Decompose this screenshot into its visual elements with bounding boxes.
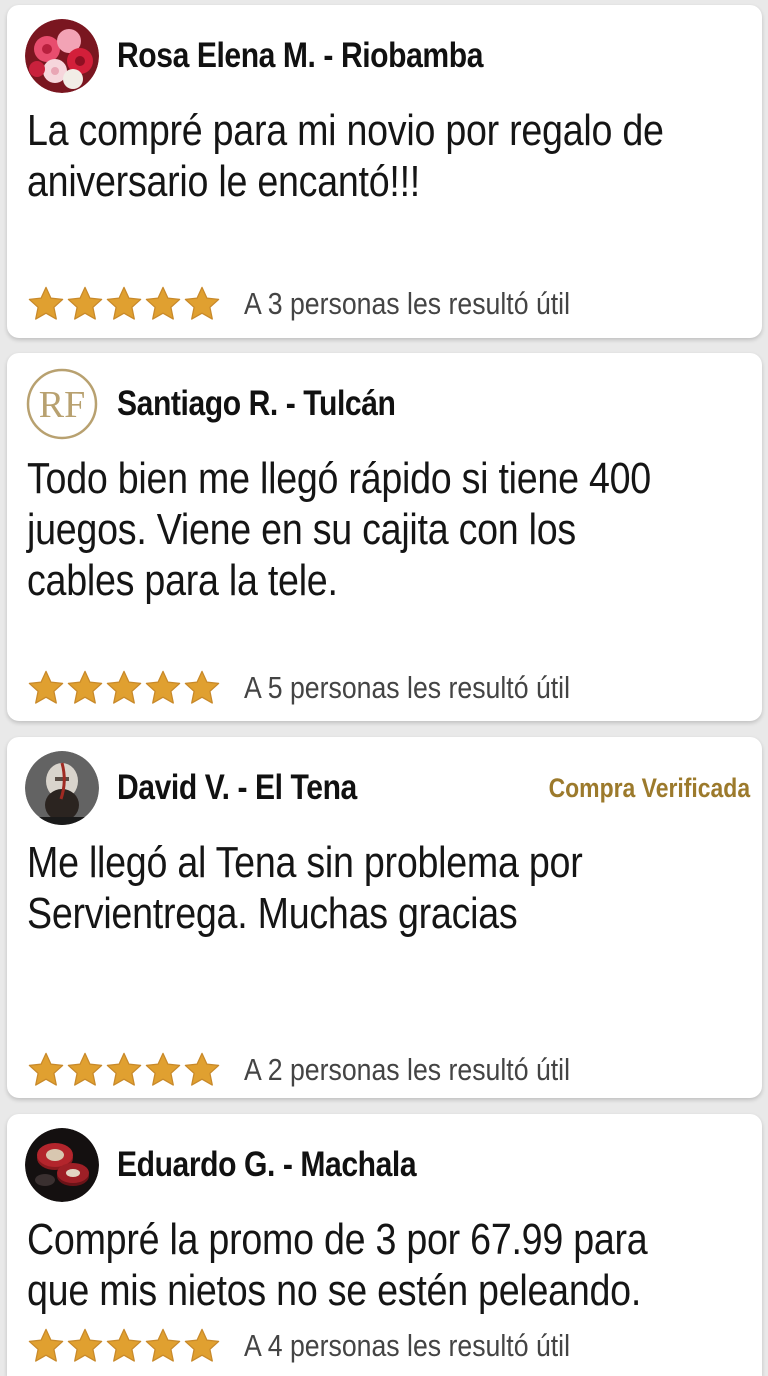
poker-chips-avatar-icon [25,1128,99,1202]
review-text-line: aniversario le encantó!!! [27,157,421,206]
review-text-line: Todo bien me llegó rápido si tiene 400 [27,454,651,503]
review-card: RF Santiago R. - Tulcán Todo bien me lle… [7,353,762,721]
review-header: Rosa Elena M. - Riobamba [25,17,750,95]
reviewer-name: David V. - El Tena [117,768,357,807]
star-icon [184,670,220,704]
review-footer: A 3 personas les resultó útil [27,282,623,326]
svg-text:RF: RF [39,384,85,426]
star-icon [67,1328,103,1362]
review-text-line: cables para la tele. [27,556,338,605]
review-header: RF Santiago R. - Tulcán [25,365,750,443]
helpful-count: A 3 personas les resultó útil [244,286,571,321]
review-text-line: La compré para mi novio por regalo de [27,106,664,155]
review-footer: A 4 personas les resultó útil [27,1324,623,1368]
review-text: Me llegó al Tena sin problema por Servie… [27,837,754,939]
star-rating [27,285,222,323]
star-icon [184,1052,220,1086]
verified-purchase-badge: Compra Verificada [548,773,750,803]
review-card: Rosa Elena M. - Riobamba La compré para … [7,5,762,338]
review-text-line: que mis nietos no se estén peleando. [27,1266,642,1315]
review-header: Eduardo G. - Machala [25,1126,750,1204]
star-icon [28,670,64,704]
reviewer-name: Santiago R. - Tulcán [117,384,396,423]
star-icon [67,286,103,320]
review-text-line: Compré la promo de 3 por 67.99 para [27,1215,648,1264]
star-icon [67,670,103,704]
star-icon [28,1328,64,1362]
review-text: La compré para mi novio por regalo de an… [27,105,754,207]
rf-monogram-avatar-icon: RF [25,367,99,441]
star-icon [106,1328,142,1362]
reviewer-name: Eduardo G. - Machala [117,1145,417,1184]
star-icon [28,1052,64,1086]
star-icon [106,286,142,320]
star-icon [106,670,142,704]
star-icon [145,1328,181,1362]
star-icon [184,1328,220,1362]
helpful-count: A 5 personas les resultó útil [244,670,571,705]
star-icon [184,286,220,320]
star-icon [145,670,181,704]
review-card: Eduardo G. - Machala Compré la promo de … [7,1114,762,1376]
review-text-line: juegos. Viene en su cajita con los [27,505,576,554]
star-icon [28,286,64,320]
star-icon [67,1052,103,1086]
star-icon [145,1052,181,1086]
review-text-line: Servientrega. Muchas gracias [27,889,518,938]
helpful-count: A 2 personas les resultó útil [244,1052,571,1087]
review-text-line: Me llegó al Tena sin problema por [27,838,583,887]
review-card: David V. - El Tena Compra Verificada Me … [7,737,762,1098]
star-icon [106,1052,142,1086]
reviewer-name: Rosa Elena M. - Riobamba [117,36,484,75]
review-footer: A 2 personas les resultó útil [27,1048,623,1092]
review-footer: A 5 personas les resultó útil [27,666,623,710]
star-rating [27,1327,222,1365]
star-icon [145,286,181,320]
roses-avatar-icon [25,19,99,93]
star-rating [27,1051,222,1089]
warrior-avatar-icon [25,751,99,825]
review-header: David V. - El Tena Compra Verificada [25,749,750,827]
star-rating [27,669,222,707]
helpful-count: A 4 personas les resultó útil [244,1328,571,1363]
review-text: Compré la promo de 3 por 67.99 para que … [27,1214,754,1316]
review-text: Todo bien me llegó rápido si tiene 400 j… [27,453,754,606]
